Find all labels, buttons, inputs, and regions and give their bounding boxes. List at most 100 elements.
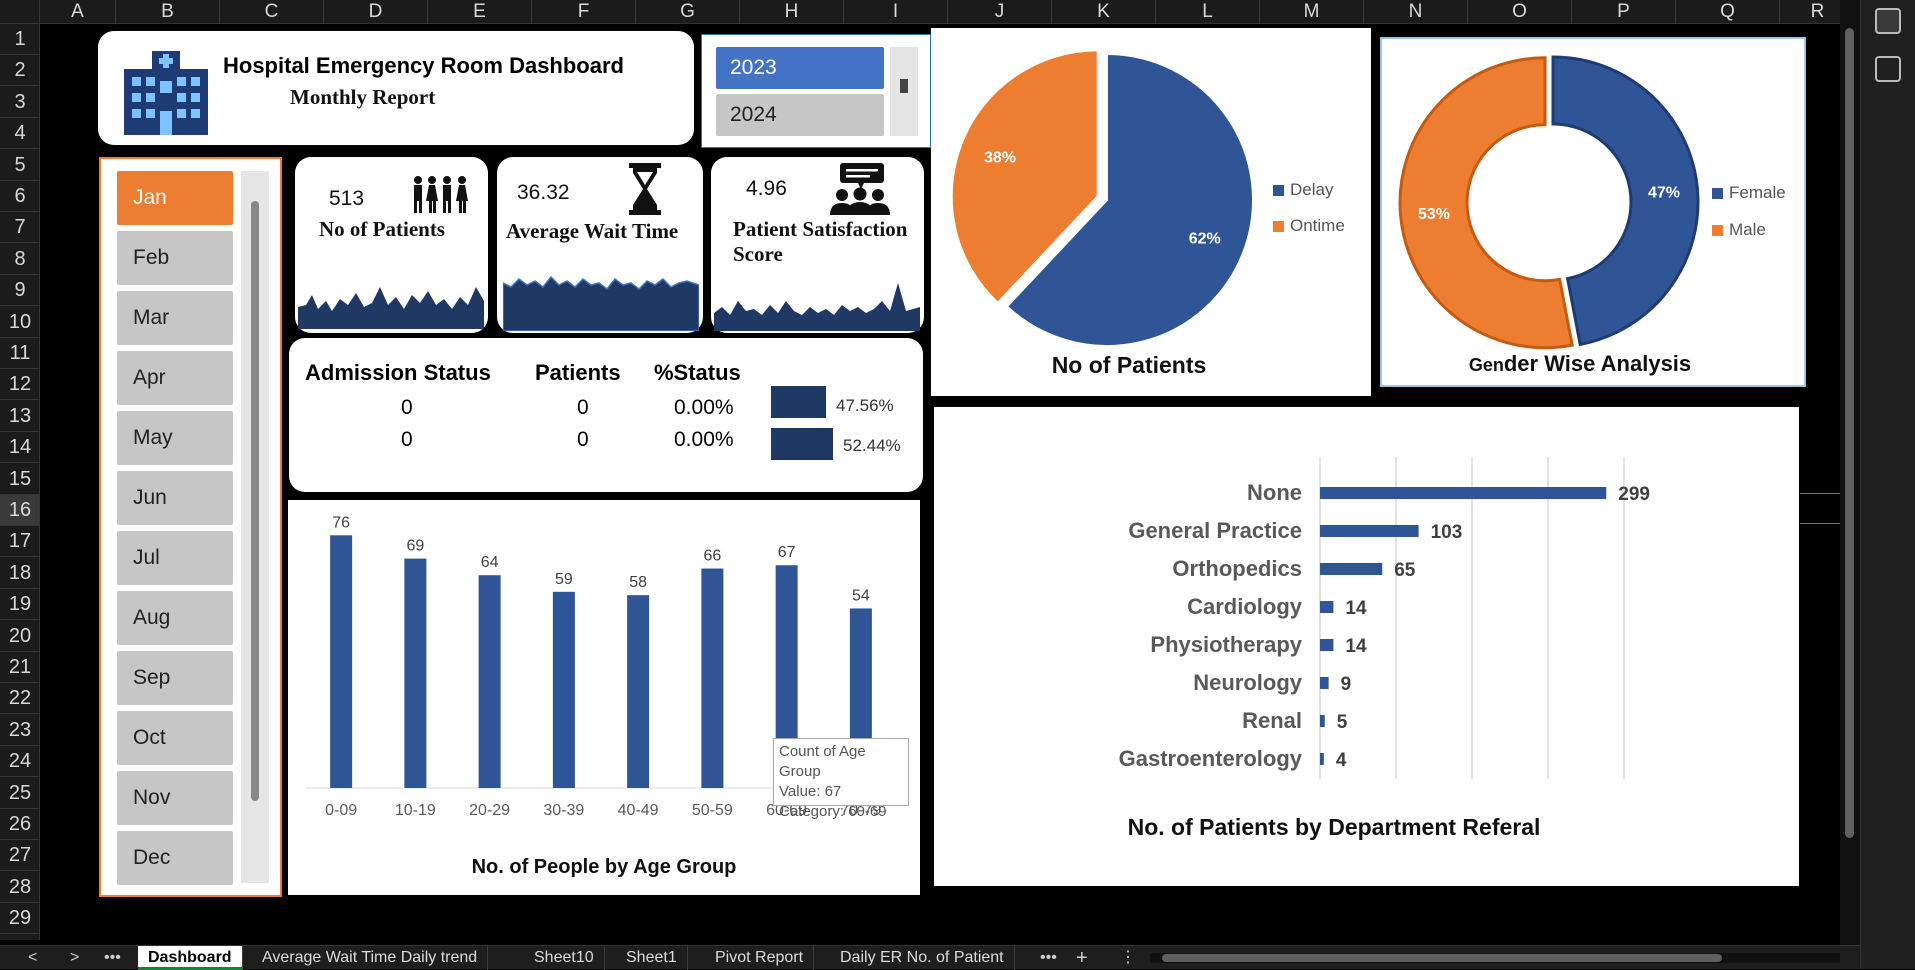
age-bar[interactable] (478, 575, 501, 788)
month-item-mar[interactable]: Mar (117, 291, 233, 345)
row-header[interactable]: 5 (0, 150, 39, 181)
row-header[interactable]: 8 (0, 244, 39, 275)
month-item-aug[interactable]: Aug (117, 591, 233, 645)
dept-bar[interactable] (1320, 639, 1334, 651)
select-all-corner[interactable] (0, 0, 40, 24)
month-slicer-scrollbar[interactable] (241, 171, 269, 883)
dept-bar[interactable] (1320, 563, 1383, 575)
row-header[interactable]: 25 (0, 778, 39, 809)
row-header[interactable]: 19 (0, 589, 39, 621)
row-header[interactable]: 13 (0, 401, 39, 432)
row-header[interactable]: 29 (0, 903, 39, 935)
month-item-may[interactable]: May (117, 411, 233, 465)
donut-slice-male[interactable] (1398, 56, 1574, 350)
row-header[interactable]: 21 (0, 652, 39, 683)
row-header[interactable]: 1 (0, 24, 39, 55)
column-header[interactable]: O (1468, 0, 1572, 24)
row-header[interactable]: 22 (0, 683, 39, 715)
row-header[interactable]: 2 (0, 55, 39, 87)
month-item-sep[interactable]: Sep (117, 651, 233, 705)
year-item-2024[interactable]: 2024 (716, 94, 884, 136)
column-header[interactable]: B (116, 0, 220, 24)
column-header[interactable]: N (1364, 0, 1468, 24)
row-header[interactable]: 4 (0, 118, 39, 150)
year-slicer-scrollbar[interactable] (890, 47, 918, 136)
row-header[interactable]: 10 (0, 307, 39, 338)
row-header[interactable]: 15 (0, 464, 39, 495)
row-header[interactable]: 23 (0, 715, 39, 746)
tab-prev-button[interactable]: < (28, 946, 37, 970)
column-header[interactable]: M (1260, 0, 1364, 24)
sheet-tab[interactable]: Sheet1 (616, 946, 688, 970)
sheet-tab[interactable]: Daily ER No. of Patient (830, 946, 1015, 970)
column-header[interactable]: D (324, 0, 428, 24)
sheet-menu-button[interactable]: ⋮ (1120, 946, 1136, 970)
row-header[interactable]: 11 (0, 338, 39, 369)
dept-bar[interactable] (1320, 677, 1329, 689)
horizontal-scroll-thumb[interactable] (1162, 954, 1722, 962)
column-header[interactable]: K (1052, 0, 1156, 24)
month-item-jan[interactable]: Jan (117, 171, 233, 225)
tab-overflow-button[interactable]: ••• (1040, 946, 1057, 970)
format-painter-icon[interactable] (1875, 8, 1901, 34)
row-header[interactable]: 7 (0, 212, 39, 244)
row-header[interactable]: 9 (0, 275, 39, 307)
sheet-tab[interactable]: Average Wait Time Daily trend (252, 946, 489, 970)
column-header[interactable]: J (948, 0, 1052, 24)
row-header[interactable]: 3 (0, 87, 39, 118)
row-header[interactable]: 26 (0, 809, 39, 840)
age-bar[interactable] (404, 558, 427, 788)
age-chart-title: No. of People by Age Group (471, 856, 737, 878)
row-header[interactable]: 14 (0, 432, 39, 464)
vertical-scroll-thumb[interactable] (1845, 28, 1854, 838)
column-header[interactable]: E (428, 0, 532, 24)
column-header[interactable]: L (1156, 0, 1260, 24)
add-sheet-button[interactable]: + (1076, 946, 1088, 970)
column-header[interactable]: P (1572, 0, 1676, 24)
row-header[interactable]: 6 (0, 181, 39, 212)
dashboard-subtitle: Monthly Report (290, 85, 436, 109)
month-item-apr[interactable]: Apr (117, 351, 233, 405)
dept-bar[interactable] (1320, 525, 1419, 537)
age-bar[interactable] (552, 591, 575, 788)
column-header[interactable]: Q (1676, 0, 1780, 24)
kpi-satisfaction-value: 4.96 (746, 177, 787, 200)
row-header[interactable]: 16 (0, 495, 39, 526)
column-header[interactable]: H (740, 0, 844, 24)
column-header[interactable]: I (844, 0, 948, 24)
column-header[interactable]: G (636, 0, 740, 24)
row-header[interactable]: 24 (0, 746, 39, 778)
row-header[interactable]: 20 (0, 621, 39, 652)
horizontal-scrollbar[interactable] (1150, 953, 1840, 963)
dept-bar[interactable] (1320, 601, 1334, 613)
page-icon[interactable] (1875, 56, 1901, 82)
month-item-jun[interactable]: Jun (117, 471, 233, 525)
row-header[interactable]: 17 (0, 526, 39, 558)
age-bar[interactable] (330, 535, 353, 788)
column-header[interactable]: A (40, 0, 116, 24)
column-header[interactable]: C (220, 0, 324, 24)
vertical-scrollbar[interactable] (1840, 0, 1860, 945)
dept-bar[interactable] (1320, 753, 1324, 765)
month-item-nov[interactable]: Nov (117, 771, 233, 825)
row-header[interactable]: 18 (0, 558, 39, 589)
row-header[interactable]: 27 (0, 840, 39, 872)
sheet-tab[interactable]: Pivot Report (705, 946, 815, 970)
month-item-oct[interactable]: Oct (117, 711, 233, 765)
row-header[interactable]: 30 (0, 935, 39, 940)
sheet-tab[interactable]: Sheet10 (524, 946, 605, 970)
month-item-dec[interactable]: Dec (117, 831, 233, 885)
tab-more-button[interactable]: ••• (104, 946, 121, 970)
row-header[interactable]: 28 (0, 872, 39, 903)
row-header[interactable]: 12 (0, 369, 39, 401)
column-header[interactable]: F (532, 0, 636, 24)
tab-next-button[interactable]: > (70, 946, 79, 970)
year-item-2023[interactable]: 2023 (716, 47, 884, 89)
dept-bar[interactable] (1320, 487, 1607, 499)
month-item-feb[interactable]: Feb (117, 231, 233, 285)
dept-bar[interactable] (1320, 715, 1325, 727)
month-item-jul[interactable]: Jul (117, 531, 233, 585)
age-bar[interactable] (627, 595, 650, 788)
age-bar[interactable] (701, 568, 724, 788)
sheet-tab[interactable]: Dashboard (138, 946, 243, 970)
